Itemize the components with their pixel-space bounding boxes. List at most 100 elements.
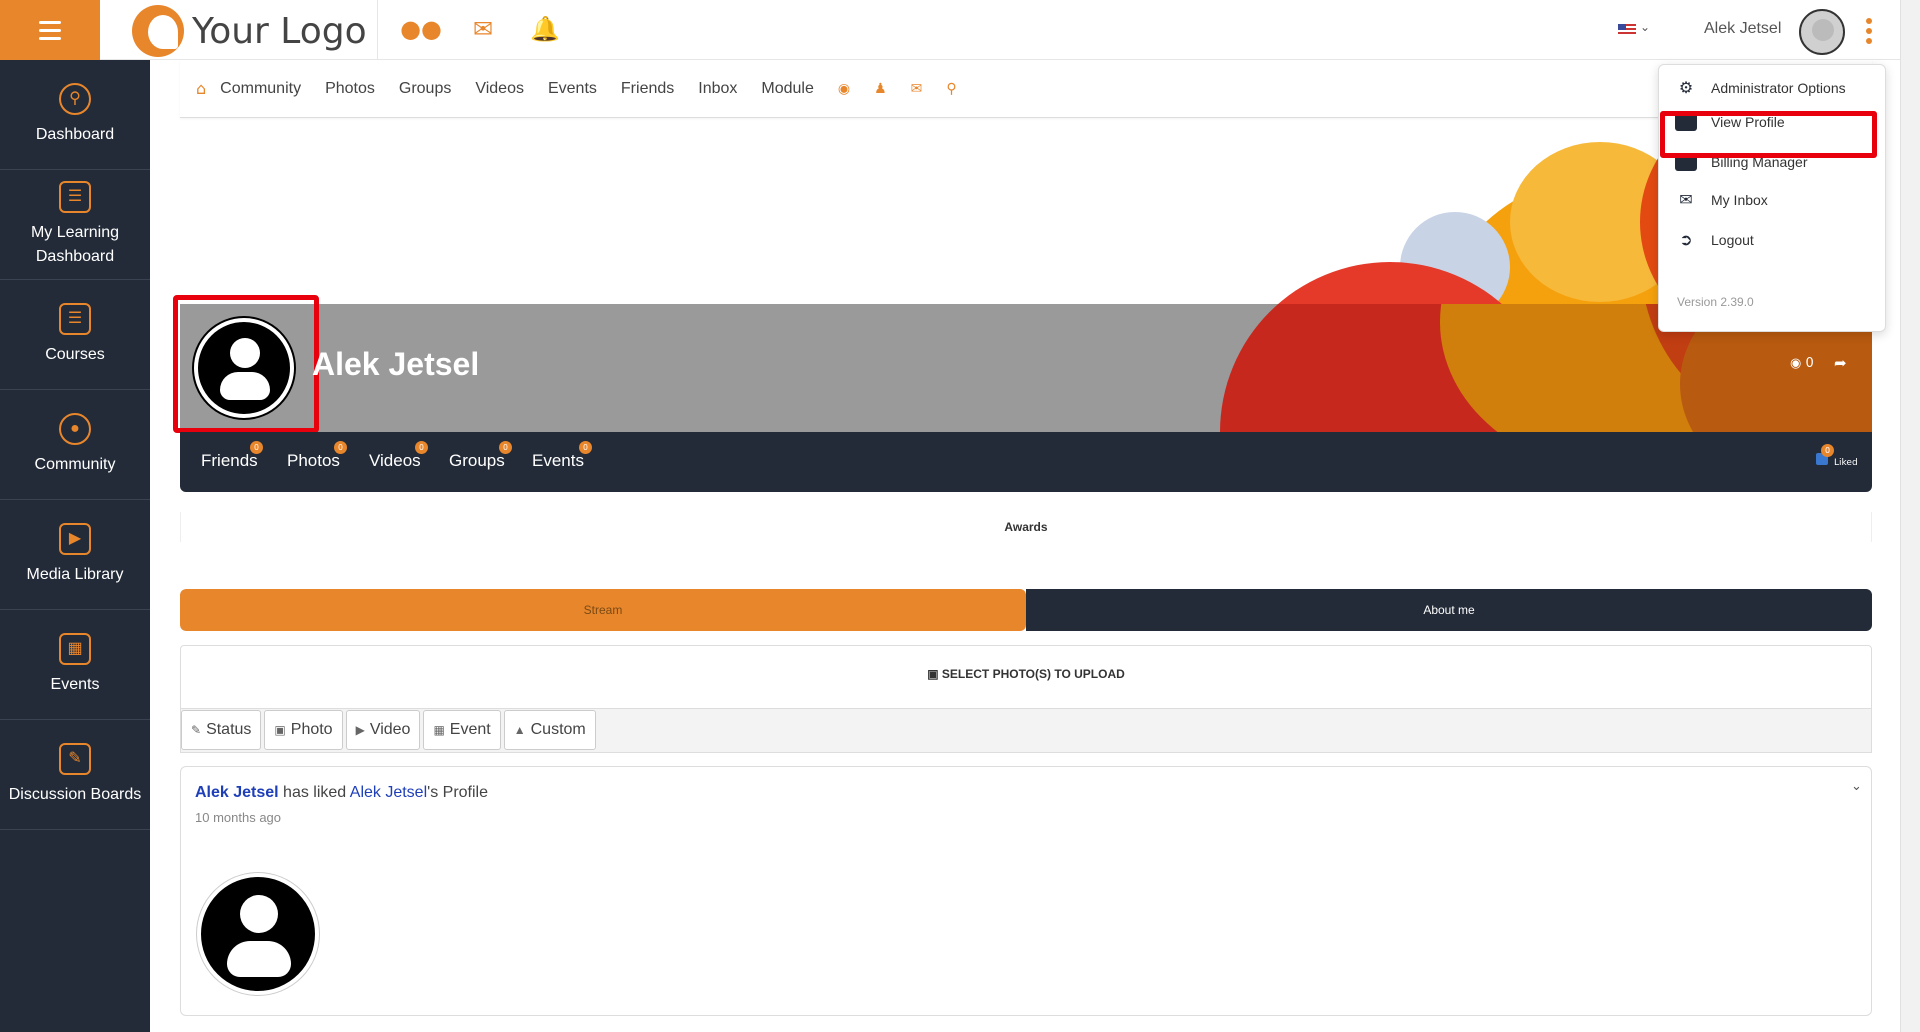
tab-label: Events xyxy=(532,451,584,470)
post-type-status[interactable]: ✎ Status xyxy=(181,710,262,750)
count-badge: 0 xyxy=(415,441,428,454)
feed-target-link[interactable]: Alek Jetsel xyxy=(350,784,427,801)
logout-icon: ➲ xyxy=(1679,232,1693,249)
awards-heading: Awards xyxy=(180,512,1872,542)
photo-upload-dropzone[interactable]: ▣ SELECT PHOTO(S) TO UPLOAD xyxy=(180,645,1872,709)
profile-tab-groups[interactable]: Groups 0 xyxy=(449,441,512,471)
sidebar: ⚲ Dashboard ☰ My Learning Dashboard ☰ Co… xyxy=(0,60,150,1032)
menu-item-label: Administrator Options xyxy=(1711,80,1846,96)
subnav-link-groups[interactable]: Groups xyxy=(399,80,451,98)
sidebar-item-community[interactable]: ● Community xyxy=(0,390,150,500)
feed-actor-link[interactable]: Alek Jetsel xyxy=(195,784,279,801)
profile-tab-videos[interactable]: Videos 0 xyxy=(369,441,428,471)
sidebar-item-media-library[interactable]: ▶ Media Library xyxy=(0,500,150,610)
calendar-icon: ▦ xyxy=(433,723,445,737)
mail-icon: ✉ xyxy=(1679,192,1693,209)
menu-item-label: Logout xyxy=(1711,232,1754,248)
hamburger-menu-button[interactable] xyxy=(0,0,100,60)
mail-icon[interactable]: ✉ xyxy=(467,14,499,44)
tab-label: Friends xyxy=(201,451,258,470)
post-type-label: Event xyxy=(449,721,491,738)
logo-text: Your Logo xyxy=(192,10,367,52)
menu-item-logout[interactable]: ➲ Logout xyxy=(1675,231,1754,249)
feed-avatar[interactable] xyxy=(197,873,319,995)
menu-item-label: My Inbox xyxy=(1711,192,1768,208)
sidebar-item-courses[interactable]: ☰ Courses xyxy=(0,280,150,390)
version-label: Version 2.39.0 xyxy=(1677,295,1754,309)
upload-label: SELECT PHOTO(S) TO UPLOAD xyxy=(941,667,1125,681)
divider xyxy=(377,0,378,60)
post-type-label: Status xyxy=(206,721,252,738)
profile-name: Alek Jetsel xyxy=(312,346,480,382)
tab-label: Videos xyxy=(369,451,421,470)
profile-tab-friends[interactable]: Friends 0 xyxy=(201,441,263,471)
sidebar-item-label: Courses xyxy=(45,345,105,363)
book-icon: ☰ xyxy=(59,302,91,335)
community-icon: ● xyxy=(59,412,91,445)
camera-icon: ▣ xyxy=(274,723,286,737)
subnav-link-community[interactable]: Community xyxy=(220,80,301,98)
globe-icon[interactable]: ◉ xyxy=(838,81,850,97)
sidebar-item-label: Discussion Boards xyxy=(8,785,142,803)
cover-image-top xyxy=(180,132,1872,304)
scrollbar[interactable] xyxy=(1900,0,1920,1032)
sidebar-item-my-learning-dashboard[interactable]: ☰ My Learning Dashboard xyxy=(0,170,150,280)
chevron-down-icon[interactable]: ⌄ xyxy=(1640,20,1650,34)
count-badge: 0 xyxy=(579,441,592,454)
calendar-icon: ▦ xyxy=(59,632,91,665)
user-name[interactable]: Alek Jetsel xyxy=(1704,20,1781,38)
profile-avatar-highlight xyxy=(173,295,319,433)
sidebar-item-events[interactable]: ▦ Events xyxy=(0,610,150,720)
menu-item-my-inbox[interactable]: ✉ My Inbox xyxy=(1675,191,1768,209)
feed-suffix-text: 's Profile xyxy=(427,784,488,801)
liked-label[interactable]: Liked xyxy=(1834,458,1858,468)
subnav-link-photos[interactable]: Photos xyxy=(325,80,375,98)
profile-tab-events[interactable]: Events 0 xyxy=(532,441,592,471)
tab-about-me[interactable]: About me xyxy=(1026,589,1872,631)
subnav-link-events[interactable]: Events xyxy=(548,80,597,98)
stream-about-toggle: Stream About me xyxy=(180,589,1872,631)
subnav-link-videos[interactable]: Videos xyxy=(475,80,524,98)
gear-icon: ⚙ xyxy=(1678,80,1694,97)
mail-icon[interactable]: ✉ xyxy=(911,81,923,97)
post-type-video[interactable]: ▶ Video xyxy=(345,710,421,750)
subnav-link-module[interactable]: Module xyxy=(761,80,813,98)
view-profile-highlight xyxy=(1660,111,1877,158)
post-type-label: Video xyxy=(369,721,411,738)
bell-icon[interactable]: 🔔 xyxy=(529,14,561,44)
language-flag-icon[interactable] xyxy=(1618,24,1636,36)
subnav-link-friends[interactable]: Friends xyxy=(621,80,674,98)
pencil-icon: ✎ xyxy=(191,723,202,737)
profile-views: ◉ 0 xyxy=(1790,356,1814,371)
feed-activity-text: Alek Jetsel has liked Alek Jetsel's Prof… xyxy=(195,784,488,802)
user-avatar[interactable] xyxy=(1799,9,1845,55)
home-icon[interactable]: ⌂ xyxy=(196,79,206,98)
chevron-down-icon[interactable]: ⌄ xyxy=(1851,779,1862,794)
tab-stream[interactable]: Stream xyxy=(180,589,1026,631)
video-icon: ▶ xyxy=(355,723,365,737)
sidebar-item-label: My Learning Dashboard xyxy=(30,223,120,265)
sidebar-item-dashboard[interactable]: ⚲ Dashboard xyxy=(0,60,150,170)
search-icon[interactable]: ⚲ xyxy=(946,81,956,97)
subnav-link-inbox[interactable]: Inbox xyxy=(698,80,737,98)
sidebar-item-discussion-boards[interactable]: ✎ Discussion Boards xyxy=(0,720,150,830)
people-icon[interactable]: ●● xyxy=(400,14,442,44)
count-badge: 0 xyxy=(499,441,512,454)
user-dropdown-menu: ⚙ Administrator Options View Profile Bill… xyxy=(1658,64,1886,332)
count-badge: 0 xyxy=(250,441,263,454)
feed-action-text: has liked xyxy=(278,784,350,801)
feed-item: Alek Jetsel has liked Alek Jetsel's Prof… xyxy=(180,766,1872,1016)
share-icon[interactable]: ➦ xyxy=(1834,354,1847,372)
post-type-event[interactable]: ▦ Event xyxy=(423,710,501,750)
post-type-photo[interactable]: ▣ Photo xyxy=(264,710,343,750)
post-type-custom[interactable]: ▲ Custom xyxy=(503,710,596,750)
profile-tab-photos[interactable]: Photos 0 xyxy=(287,441,347,471)
liked-count-badge: 0 xyxy=(1821,444,1834,457)
megaphone-icon: ▲ xyxy=(513,723,526,737)
post-type-label: Photo xyxy=(290,721,333,738)
logo[interactable]: Your Logo xyxy=(132,5,367,57)
user-icon[interactable]: ♟ xyxy=(874,81,887,97)
count-badge: 0 xyxy=(334,441,347,454)
menu-item-administrator-options[interactable]: ⚙ Administrator Options xyxy=(1675,79,1846,97)
kebab-menu-icon[interactable] xyxy=(1866,18,1872,44)
